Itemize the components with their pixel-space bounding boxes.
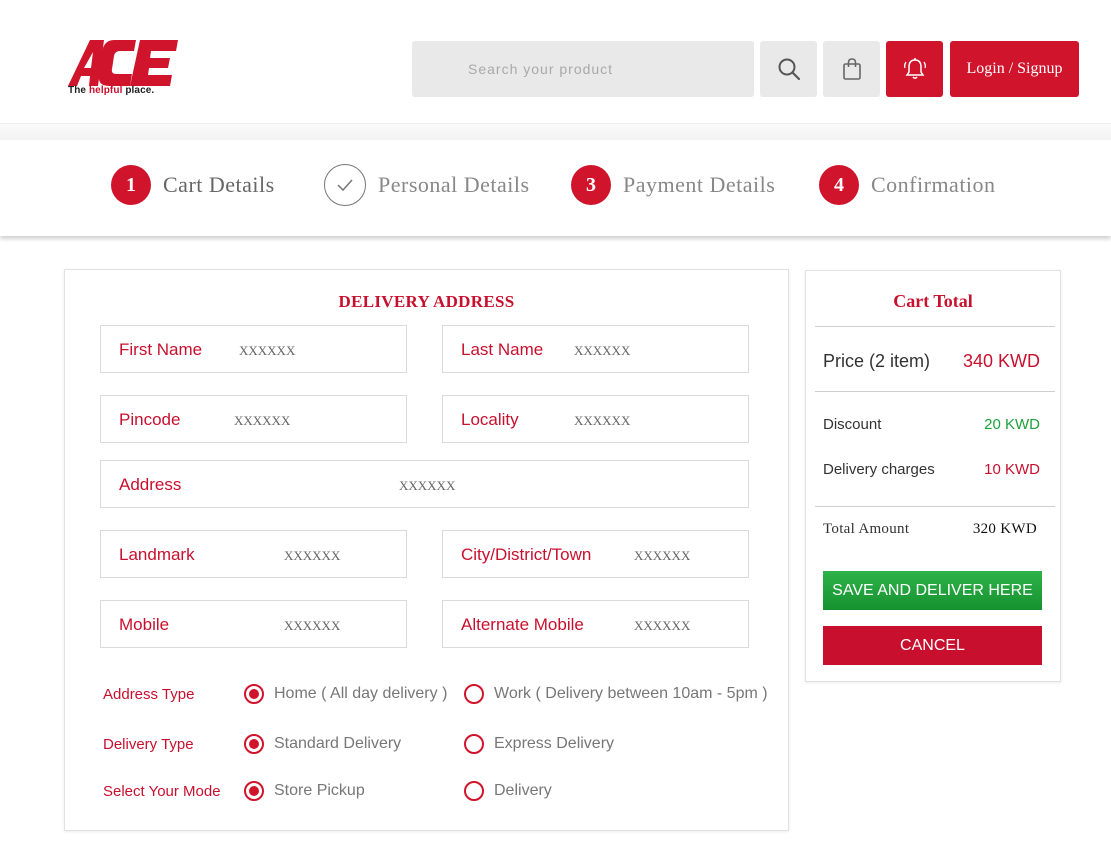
field-value: XXXXXX xyxy=(574,413,631,428)
step-personal-details[interactable]: Personal Details xyxy=(324,164,530,206)
ace-logo-mark xyxy=(68,40,178,86)
search-icon xyxy=(778,58,800,81)
radio-delivery-label[interactable]: Delivery xyxy=(494,782,552,800)
discount-value: 20 KWD xyxy=(984,416,1040,433)
field-value: XXXXXX xyxy=(284,548,341,563)
notifications-button[interactable] xyxy=(886,41,943,97)
delivery-address-panel: DELIVERY ADDRESS First Name XXXXXX Last … xyxy=(64,269,789,831)
field-value: XXXXXX xyxy=(234,413,291,428)
step-number: 3 xyxy=(571,165,611,205)
total-row: Total Amount 320 KWD xyxy=(823,521,1037,538)
radio-standard-delivery[interactable] xyxy=(244,734,264,754)
step-label: Personal Details xyxy=(378,172,530,197)
save-and-deliver-button[interactable]: SAVE AND DELIVER HERE xyxy=(823,571,1042,610)
step-payment-details[interactable]: 3 Payment Details xyxy=(571,165,775,205)
radio-store-pickup-label[interactable]: Store Pickup xyxy=(274,782,365,800)
step-number: 1 xyxy=(111,165,151,205)
field-label: Last Name xyxy=(461,340,544,359)
delivery-charges-row: Delivery charges 10 KWD xyxy=(823,461,1040,478)
radio-work[interactable] xyxy=(464,684,484,704)
total-label: Total Amount xyxy=(823,521,910,537)
checkmark-icon xyxy=(337,179,353,192)
step-label: Confirmation xyxy=(871,172,996,197)
ace-logo[interactable]: The helpful place. xyxy=(66,38,181,100)
radio-delivery[interactable] xyxy=(464,781,484,801)
step-label: Payment Details xyxy=(623,172,776,197)
first-name-field[interactable]: First Name XXXXXX xyxy=(100,325,407,373)
step-confirmation[interactable]: 4 Confirmation xyxy=(819,165,996,205)
field-label: First Name xyxy=(119,340,203,359)
search-box[interactable] xyxy=(412,41,754,97)
radio-home-label[interactable]: Home ( All day delivery ) xyxy=(274,685,447,703)
price-label: Price (2 item) xyxy=(823,351,931,371)
field-label: Landmark xyxy=(119,545,195,564)
radio-express-delivery[interactable] xyxy=(464,734,484,754)
divider xyxy=(815,506,1055,507)
header-separator xyxy=(0,124,1111,140)
radio-express-delivery-label[interactable]: Express Delivery xyxy=(494,735,614,753)
checkout-stepper: 1 Cart Details Personal Details 3 Paymen… xyxy=(0,140,1111,236)
landmark-field[interactable]: Landmark XXXXXX xyxy=(100,530,407,578)
mobile-field[interactable]: Mobile XXXXXX xyxy=(100,600,407,648)
step-complete-check xyxy=(324,164,366,206)
field-value: XXXXXX xyxy=(634,618,691,633)
radio-store-pickup[interactable] xyxy=(244,781,264,801)
field-label: Mobile xyxy=(119,615,170,634)
shopping-bag-icon xyxy=(842,58,861,80)
field-value: XXXXXX xyxy=(284,618,341,633)
locality-field[interactable]: Locality XXXXXX xyxy=(442,395,749,443)
cart-total-panel: Cart Total Price (2 item) 340 KWD Discou… xyxy=(805,270,1061,682)
field-value: XXXXXX xyxy=(399,478,456,493)
price-value: 340 KWD xyxy=(962,351,1040,371)
field-value: XXXXXX xyxy=(574,343,631,358)
search-button[interactable] xyxy=(760,41,817,97)
panel-title: DELIVERY ADDRESS xyxy=(338,292,515,311)
select-mode-label: Select Your Mode xyxy=(103,783,221,800)
site-header: The helpful place. Login / Signup xyxy=(0,0,1111,124)
step-number: 4 xyxy=(819,165,859,205)
search-input[interactable] xyxy=(468,61,738,77)
total-value: 320 KWD xyxy=(972,521,1037,537)
delivery-charges-value: 10 KWD xyxy=(984,461,1040,478)
cart-button[interactable] xyxy=(823,41,880,97)
radio-work-label[interactable]: Work ( Delivery between 10am - 5pm ) xyxy=(494,685,768,703)
delivery-type-label: Delivery Type xyxy=(103,736,194,753)
last-name-field[interactable]: Last Name XXXXXX xyxy=(442,325,749,373)
bell-icon xyxy=(903,58,926,79)
logo-tagline: The helpful place. xyxy=(68,85,155,96)
field-value: XXXXXX xyxy=(634,548,691,563)
field-label: Pincode xyxy=(119,410,181,429)
discount-row: Discount 20 KWD xyxy=(823,416,1040,433)
step-label: Cart Details xyxy=(163,172,275,197)
price-row: Price (2 item) 340 KWD xyxy=(823,351,1040,372)
address-type-label: Address Type xyxy=(103,686,195,703)
pincode-field[interactable]: Pincode XXXXXX xyxy=(100,395,407,443)
divider xyxy=(815,391,1055,392)
field-label: Locality xyxy=(461,410,519,429)
field-value: XXXXXX xyxy=(239,343,296,358)
step-cart-details[interactable]: 1 Cart Details xyxy=(111,165,275,205)
radio-home[interactable] xyxy=(244,684,264,704)
divider xyxy=(815,326,1055,327)
delivery-charges-label: Delivery charges xyxy=(823,461,935,478)
city-field[interactable]: City/District/Town XXXXXX xyxy=(442,530,749,578)
login-signup-button[interactable]: Login / Signup xyxy=(950,41,1079,97)
discount-label: Discount xyxy=(823,416,882,433)
field-label: Alternate Mobile xyxy=(461,615,584,634)
field-label: Address xyxy=(119,475,182,494)
cart-total-title: Cart Total xyxy=(893,291,973,311)
field-label: City/District/Town xyxy=(461,545,592,564)
radio-standard-delivery-label[interactable]: Standard Delivery xyxy=(274,735,401,753)
alternate-mobile-field[interactable]: Alternate Mobile XXXXXX xyxy=(442,600,749,648)
address-field[interactable]: Address XXXXXX xyxy=(100,460,749,508)
cancel-button[interactable]: CANCEL xyxy=(823,626,1042,665)
